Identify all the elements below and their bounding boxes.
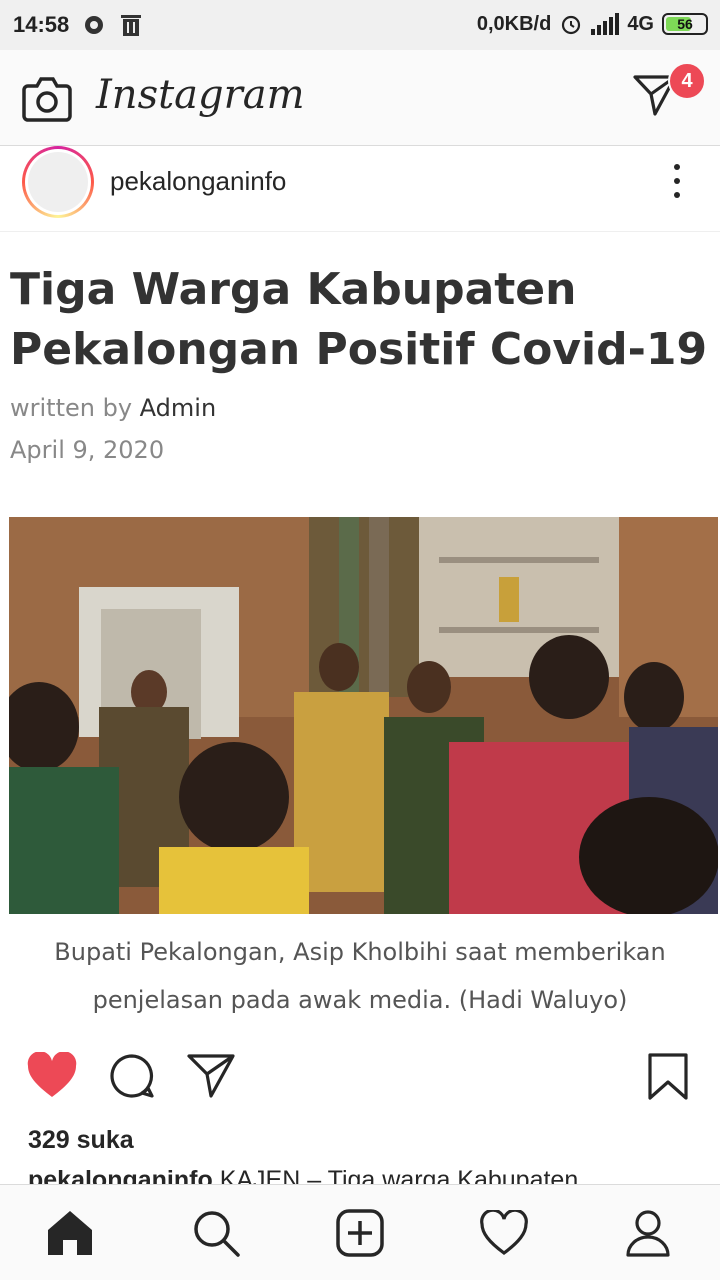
post-actions — [0, 1040, 720, 1120]
article-date: April 9, 2020 — [10, 436, 165, 464]
add-post-icon — [336, 1209, 384, 1257]
heart-outline-icon — [480, 1210, 528, 1255]
data-speed: 0,0KB/d — [476, 12, 552, 35]
nav-add-post[interactable] — [334, 1207, 386, 1259]
status-bar: 14:58 0,0KB/d 4G 56 — [0, 0, 720, 50]
article-title: Tiga Warga Kabupaten Pekalongan Positif … — [10, 264, 708, 375]
written-by-label: written by — [10, 394, 133, 422]
home-icon — [48, 1211, 92, 1255]
comment-icon — [110, 1054, 154, 1098]
status-time: 14:58 — [13, 12, 70, 37]
share-icon — [187, 1054, 235, 1098]
more-options-icon[interactable] — [672, 164, 682, 198]
notification-icons — [82, 13, 142, 37]
battery-level: 56 — [677, 16, 693, 32]
post-header: pekalonganinfo — [0, 146, 720, 232]
avatar[interactable] — [22, 146, 94, 218]
post-username[interactable]: pekalonganinfo — [110, 166, 286, 197]
status-right: 0,0KB/d 4G 56 — [477, 12, 708, 36]
like-button[interactable] — [26, 1051, 78, 1105]
post-caption[interactable]: pekalonganinfo KAJEN – Tiga warga Kabupa… — [28, 1166, 708, 1186]
article-photo — [9, 517, 718, 914]
app-header: Instagram 4 — [0, 50, 720, 146]
likes-count[interactable]: 329 suka — [28, 1126, 134, 1155]
alarm-icon — [562, 15, 581, 35]
caption-username[interactable]: pekalonganinfo — [28, 1166, 213, 1186]
post-image[interactable]: Tiga Warga Kabupaten Pekalongan Positif … — [0, 232, 720, 1032]
bottom-nav — [0, 1184, 720, 1280]
share-button[interactable] — [186, 1052, 236, 1105]
profile-icon — [626, 1210, 670, 1257]
battery-icon: 56 — [662, 13, 708, 35]
trash-icon — [121, 15, 141, 36]
nav-activity[interactable] — [478, 1207, 530, 1259]
save-button[interactable] — [646, 1052, 690, 1107]
sync-icon — [85, 16, 103, 34]
instagram-logo: Instagram — [96, 72, 305, 118]
nav-profile[interactable] — [622, 1207, 674, 1259]
article-author: Admin — [139, 394, 217, 422]
heart-filled-icon — [27, 1051, 77, 1097]
nav-home[interactable] — [44, 1207, 96, 1259]
search-icon — [194, 1211, 240, 1257]
network-type: 4G — [627, 12, 654, 35]
article-byline: written by Admin — [10, 394, 216, 422]
signal-icon — [591, 13, 620, 35]
caption-text: KAJEN – Tiga warga Kabupaten — [219, 1166, 579, 1186]
comment-button[interactable] — [108, 1052, 156, 1105]
camera-icon[interactable] — [22, 76, 72, 127]
nav-search[interactable] — [190, 1207, 242, 1259]
bookmark-icon — [648, 1053, 688, 1100]
photo-caption: Bupati Pekalongan, Asip Kholbihi saat me… — [54, 938, 666, 1014]
direct-message-button[interactable]: 4 — [632, 62, 706, 124]
dm-badge: 4 — [668, 62, 706, 100]
